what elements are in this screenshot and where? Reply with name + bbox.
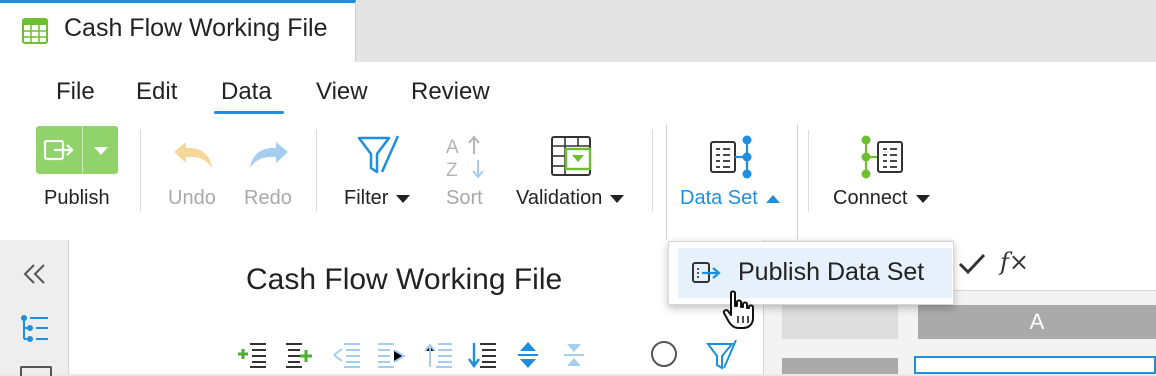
sort-label: Sort — [446, 187, 483, 209]
toolbar-separator — [140, 130, 141, 212]
outline-toolbar — [236, 340, 746, 370]
publish-dropdown-icon[interactable] — [93, 146, 109, 156]
circle-icon — [651, 341, 677, 367]
menu-data[interactable]: Data — [221, 78, 272, 106]
publish-data-set-icon — [692, 262, 722, 284]
validation-icon[interactable] — [551, 136, 593, 178]
left-rail — [0, 240, 69, 374]
hand-cursor-icon — [722, 290, 756, 330]
panel-icon[interactable] — [20, 366, 52, 376]
active-menu-indicator — [214, 111, 284, 114]
document-tab-title: Cash Flow Working File — [64, 14, 328, 42]
move-down-icon — [468, 343, 496, 369]
filter-label[interactable]: Filter — [344, 187, 411, 210]
move-up-icon — [424, 343, 452, 368]
outdent-icon — [333, 343, 360, 368]
menu-view[interactable]: View — [316, 78, 368, 106]
menu-edit[interactable]: Edit — [136, 78, 177, 106]
publish-label: Publish — [44, 187, 110, 209]
undo-icon[interactable] — [172, 140, 216, 172]
connect-icon[interactable] — [858, 134, 906, 180]
collapse-all-icon — [564, 344, 584, 366]
indent-icon — [378, 343, 406, 368]
data-set-label[interactable]: Data Set — [680, 187, 780, 210]
menu-review[interactable]: Review — [411, 78, 490, 106]
add-row-below-icon — [286, 343, 312, 368]
collapse-double-chevron-icon[interactable] — [22, 263, 46, 285]
add-row-above-icon — [238, 343, 266, 368]
connect-label[interactable]: Connect — [833, 187, 930, 210]
data-set-caret-up-icon — [765, 194, 780, 203]
validation-caret-icon — [610, 194, 625, 203]
sort-az-icon[interactable]: A Z — [444, 134, 488, 180]
corner-header[interactable] — [782, 305, 898, 339]
menu-file[interactable]: File — [56, 78, 95, 106]
filter-icon[interactable] — [356, 134, 402, 178]
filter-caret-icon — [396, 194, 411, 203]
toolbar-separator — [316, 130, 317, 212]
connect-caret-icon — [915, 194, 930, 203]
confirm-check-icon[interactable] — [958, 252, 986, 276]
spreadsheet-icon — [22, 18, 48, 44]
publish-split-divider — [82, 126, 83, 174]
expand-collapse-icon — [518, 342, 538, 368]
publish-icon — [44, 140, 76, 162]
toolbar-separator — [808, 130, 809, 212]
redo-label: Redo — [244, 187, 292, 209]
data-set-icon — [709, 134, 755, 180]
outline-list-icon[interactable] — [20, 314, 50, 344]
toolbar-separator — [652, 130, 653, 212]
row-header[interactable] — [782, 358, 898, 374]
publish-data-set-label: Publish Data Set — [738, 258, 925, 286]
filter-small-icon — [706, 340, 737, 370]
column-header-a[interactable]: A — [918, 305, 1156, 339]
pane-title: Cash Flow Working File — [246, 263, 563, 296]
selected-cell[interactable] — [914, 356, 1156, 374]
validation-label[interactable]: Validation — [516, 187, 625, 210]
svg-text:A: A — [446, 137, 459, 158]
fx-icon: f× — [1000, 248, 1029, 276]
redo-icon[interactable] — [246, 140, 290, 172]
svg-text:Z: Z — [446, 160, 458, 180]
undo-label: Undo — [168, 187, 216, 209]
